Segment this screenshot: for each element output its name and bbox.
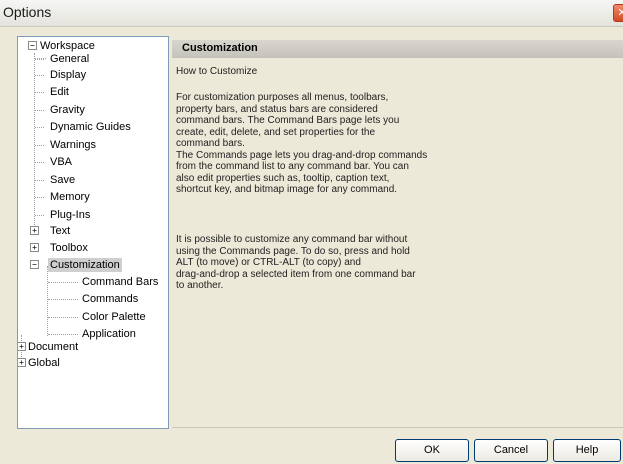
tree-item-memory[interactable]: Memory <box>50 190 90 204</box>
tree-connector <box>47 266 48 336</box>
tree-connector <box>35 59 44 60</box>
tree-connector <box>35 162 44 163</box>
close-icon[interactable]: ✕ <box>613 4 623 22</box>
description-paragraph-2: It is possible to customize any command … <box>176 234 416 291</box>
tree-item-customization[interactable]: Customization <box>48 258 122 272</box>
options-dialog: Options ✕ − Workspace General Display Ed… <box>0 0 623 464</box>
page-title: Customization <box>182 42 258 54</box>
tree-item-text[interactable]: Text <box>50 224 70 238</box>
title-bar: Options ✕ <box>0 0 623 27</box>
tree-connector <box>35 197 44 198</box>
expand-icon[interactable]: + <box>30 226 39 235</box>
tree-item-toolbox[interactable]: Toolbox <box>50 241 88 255</box>
tree-item-color-palette[interactable]: Color Palette <box>82 310 146 324</box>
tree-item-commands[interactable]: Commands <box>82 292 138 306</box>
expand-icon[interactable]: + <box>18 342 26 351</box>
collapse-icon[interactable]: − <box>30 260 39 269</box>
collapse-icon[interactable]: − <box>28 41 37 50</box>
ok-button[interactable]: OK <box>395 439 469 462</box>
intro-text: How to Customize <box>176 66 258 77</box>
tree-connector <box>35 110 44 111</box>
tree-item-display[interactable]: Display <box>50 68 86 82</box>
cancel-button[interactable]: Cancel <box>474 439 548 462</box>
expand-icon[interactable]: + <box>30 243 39 252</box>
tree-connector <box>35 180 44 181</box>
tree-connector <box>35 145 44 146</box>
tree-item-save[interactable]: Save <box>50 173 75 187</box>
tree-connector <box>48 334 78 335</box>
tree-connector <box>35 127 44 128</box>
tree-item-command-bars[interactable]: Command Bars <box>82 275 158 289</box>
tree-connector <box>48 282 78 283</box>
tree-item-gravity[interactable]: Gravity <box>50 103 85 117</box>
expand-icon[interactable]: + <box>18 358 26 367</box>
tree-connector <box>35 92 44 93</box>
tree-item-general[interactable]: General <box>50 52 89 66</box>
tree-item-document[interactable]: Document <box>28 340 78 354</box>
options-tree[interactable]: − Workspace General Display Edit Gravity… <box>17 36 169 429</box>
tree-item-global[interactable]: Global <box>28 356 60 370</box>
content-header: Customization <box>172 40 623 58</box>
tree-item-plug-ins[interactable]: Plug-Ins <box>50 208 90 222</box>
tree-connector <box>48 299 78 300</box>
tree-item-application[interactable]: Application <box>82 327 136 341</box>
help-button[interactable]: Help <box>553 439 621 462</box>
window-title: Options <box>3 4 52 20</box>
tree-connector <box>34 53 35 233</box>
tree-item-dynamic-guides[interactable]: Dynamic Guides <box>50 120 131 134</box>
tree-item-edit[interactable]: Edit <box>50 85 69 99</box>
divider <box>172 427 623 428</box>
tree-item-workspace[interactable]: Workspace <box>40 39 95 53</box>
tree-item-warnings[interactable]: Warnings <box>50 138 96 152</box>
tree-connector <box>35 75 44 76</box>
tree-connector <box>35 215 44 216</box>
tree-item-vba[interactable]: VBA <box>50 155 72 169</box>
description-paragraph-1: For customization purposes all menus, to… <box>176 92 428 195</box>
tree-connector <box>48 317 78 318</box>
